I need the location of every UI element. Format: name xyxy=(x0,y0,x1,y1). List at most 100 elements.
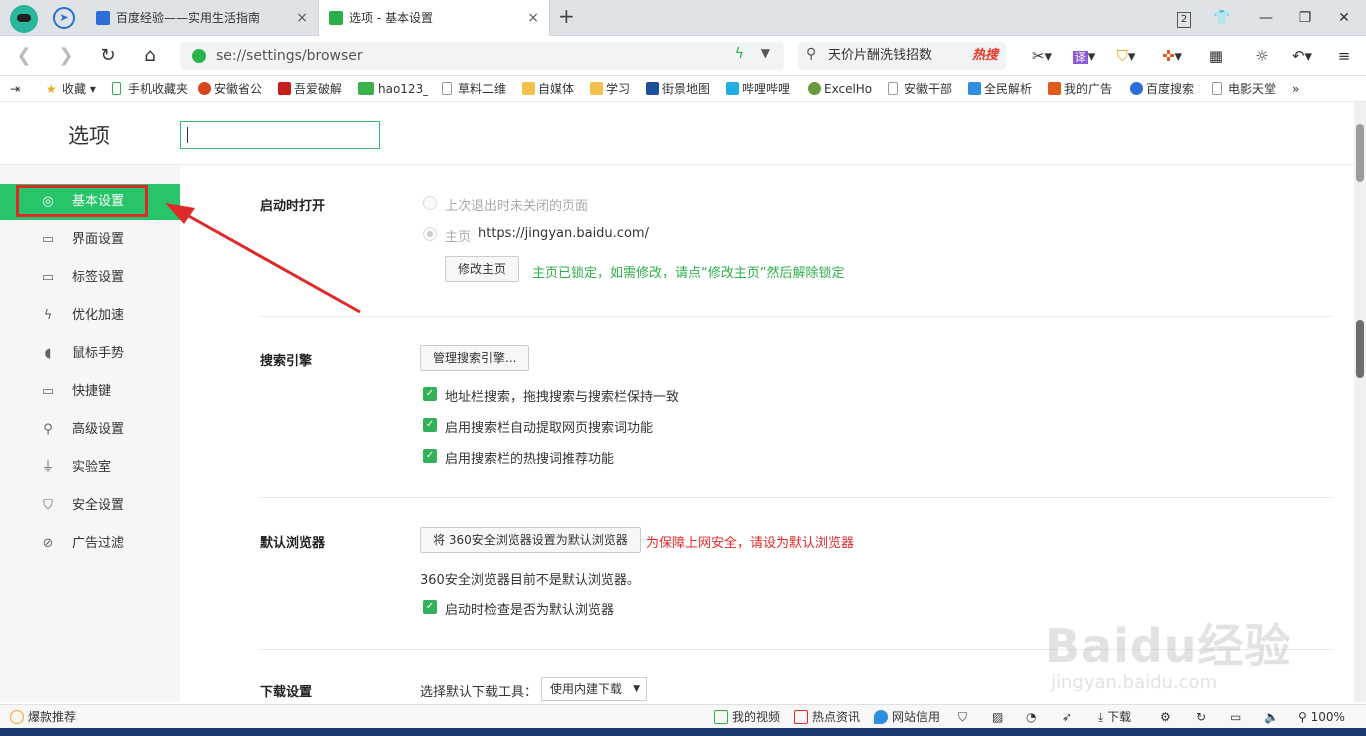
bookmark-item[interactable]: ExcelHo xyxy=(808,76,874,102)
bolt-icon[interactable]: ϟ xyxy=(735,46,744,62)
navigate-icon[interactable]: ➤ xyxy=(53,7,75,29)
back-button[interactable]: ❮ xyxy=(12,44,36,68)
reload-button[interactable]: ↻ xyxy=(96,44,120,68)
my-video-button[interactable]: 我的视频 xyxy=(714,705,780,729)
wallet-icon[interactable]: ⛉▾ xyxy=(1112,44,1140,68)
checkbox-check-default[interactable]: ✓ xyxy=(423,600,437,614)
scrollbar-thumb-secondary[interactable] xyxy=(1356,320,1364,378)
bookmark-item[interactable]: 百度搜索 xyxy=(1130,76,1198,102)
close-window-button[interactable]: ✕ xyxy=(1332,6,1356,30)
sidebar-item-optimize[interactable]: ϟ 优化加速 xyxy=(0,298,180,334)
radio-last-session[interactable] xyxy=(423,196,437,210)
video-icon xyxy=(714,710,728,724)
tab-baidu-jingyan[interactable]: 百度经验——实用生活指南 × xyxy=(86,0,318,36)
sidebar-item-label: 高级设置 xyxy=(72,422,125,437)
checkbox-unified-search[interactable]: ✓ xyxy=(423,387,437,401)
manage-search-engines-button[interactable]: 管理搜索引擎... xyxy=(420,345,530,371)
bookmark-item[interactable]: 街景地图 xyxy=(646,76,716,102)
checkbox-hot-words[interactable]: ✓ xyxy=(423,449,437,463)
tab-settings[interactable]: 选项 - 基本设置 × xyxy=(318,0,550,36)
section-divider xyxy=(260,497,1332,498)
translate-icon[interactable]: 译 ▾ xyxy=(1070,44,1098,68)
checkbox-auto-extract[interactable]: ✓ xyxy=(423,418,437,432)
hot-search-badge[interactable]: 热搜 xyxy=(972,42,998,70)
sidebar-item-security[interactable]: ⛉ 安全设置 xyxy=(0,488,180,524)
apps-grid-icon[interactable]: ▦ xyxy=(1202,44,1230,68)
page-icon xyxy=(442,82,452,95)
new-tab-button[interactable]: + xyxy=(558,4,575,28)
news-icon xyxy=(794,710,808,724)
bookmark-item[interactable]: 我的广告 xyxy=(1048,76,1116,102)
sidebar-item-mouse-gestures[interactable]: ◖ 鼠标手势 xyxy=(0,336,180,372)
bolt-icon: ϟ xyxy=(43,308,53,323)
window-icon[interactable]: ▭ xyxy=(1230,705,1241,729)
site-credit-button[interactable]: 网站信用 xyxy=(874,705,940,729)
url-bar[interactable]: se://settings/browser ϟ ▼ xyxy=(180,42,784,70)
tab-bar: ➤ 百度经验——实用生活指南 × 选项 - 基本设置 × + 2 👕 — ❐ ✕ xyxy=(0,0,1366,36)
bookmark-item[interactable]: 安徽干部 xyxy=(888,76,956,102)
set-default-browser-button[interactable]: 将 360安全浏览器设置为默认浏览器 xyxy=(420,527,641,553)
search-suggestion[interactable]: 天价片酬洗钱招数 xyxy=(828,42,932,70)
bookmark-item[interactable]: 手机收藏夹 xyxy=(112,76,190,102)
bookmark-item[interactable]: 哔哩哔哩 xyxy=(726,76,796,102)
scrollbar-thumb[interactable] xyxy=(1356,124,1364,182)
sidebar-item-advanced[interactable]: ⚲ 高级设置 xyxy=(0,412,180,448)
bookmark-item[interactable]: 草料二维 xyxy=(442,76,510,102)
tab-count-button[interactable]: 2 xyxy=(1172,6,1196,30)
url-text[interactable]: se://settings/browser xyxy=(216,42,363,70)
phone-icon xyxy=(112,82,121,95)
download-tool-select[interactable]: 使用内建下载 ▼ xyxy=(541,677,648,701)
ad-icon xyxy=(1048,82,1061,95)
search-box[interactable]: ⚲ 天价片酬洗钱招数 热搜 xyxy=(798,42,1006,70)
bookmark-item[interactable]: 全民解析 xyxy=(968,76,1036,102)
restore-button[interactable]: ❐ xyxy=(1293,6,1317,30)
image-icon[interactable]: ▨ xyxy=(992,705,1003,729)
modify-homepage-button[interactable]: 修改主页 xyxy=(445,256,520,282)
options-search-input[interactable] xyxy=(180,121,380,149)
zoom-button[interactable]: ⚲ 100% xyxy=(1298,705,1345,729)
menu-icon[interactable]: ≡ xyxy=(1330,44,1358,68)
sidebar-item-shortcuts[interactable]: ▭ 快捷键 xyxy=(0,374,180,410)
section-title-startup: 启动时打开 xyxy=(260,199,326,214)
radio-homepage[interactable] xyxy=(423,227,437,241)
bookmark-item[interactable]: hao123_ xyxy=(358,76,428,102)
accelerate-icon[interactable]: ⚙ xyxy=(1160,705,1171,729)
bookmark-folder[interactable]: 自媒体 xyxy=(522,76,582,102)
skin-icon[interactable]: 👕 xyxy=(1210,6,1234,30)
bookmark-item[interactable]: 电影天堂 xyxy=(1212,76,1282,102)
shield-icon[interactable]: ⛉ xyxy=(958,705,967,729)
restore-icon[interactable]: ↻ xyxy=(1196,705,1206,729)
hot-recommend-button[interactable]: 爆款推荐 xyxy=(10,705,76,729)
undo-icon[interactable]: ↶▾ xyxy=(1288,44,1316,68)
bookmark-item[interactable]: 吾爱破解 xyxy=(278,76,346,102)
tab-close-icon[interactable]: × xyxy=(296,0,308,36)
speed-icon[interactable]: ◔ xyxy=(1026,705,1036,729)
sidebar-item-adblock[interactable]: ⊘ 广告过滤 xyxy=(0,526,180,562)
page-title: 选项 xyxy=(68,124,110,148)
sidebar-item-lab[interactable]: ⏚ 实验室 xyxy=(0,450,180,486)
chevron-down-icon[interactable]: ▼ xyxy=(761,46,770,60)
hot-news-button[interactable]: 热点资讯 xyxy=(794,705,860,729)
bookmark-folder[interactable]: 学习 xyxy=(590,76,638,102)
shield-icon: ⛉ xyxy=(43,498,53,513)
brightness-icon[interactable]: ☼ xyxy=(1248,44,1276,68)
bookmarks-more-button[interactable]: » xyxy=(1292,76,1299,102)
scissors-icon[interactable]: ✂▾ xyxy=(1028,44,1056,68)
bookmark-favorites[interactable]: ★ 收藏 ▾ xyxy=(46,76,104,102)
sidebar-toggle-icon[interactable]: ⇥ xyxy=(10,76,20,102)
bookmark-item[interactable]: 安徽省公 xyxy=(198,76,266,102)
drop-icon xyxy=(874,710,888,724)
download-button[interactable]: ⤓ 下载 xyxy=(1098,705,1131,729)
home-button[interactable]: ⌂ xyxy=(138,44,162,68)
search-icon: ⚲ xyxy=(806,46,817,62)
minimize-button[interactable]: — xyxy=(1254,6,1278,30)
sidebar-item-tabs[interactable]: ▭ 标签设置 xyxy=(0,260,180,296)
tab-close-icon[interactable]: × xyxy=(527,0,539,36)
scrollbar[interactable] xyxy=(1354,102,1366,702)
sidebar-item-interface[interactable]: ▭ 界面设置 xyxy=(0,222,180,258)
game-icon[interactable]: ✜▾ xyxy=(1158,44,1186,68)
volume-icon[interactable]: 🔈 xyxy=(1264,705,1279,729)
forward-button[interactable]: ❯ xyxy=(54,44,78,68)
rocket-icon[interactable]: ➶ xyxy=(1062,705,1072,729)
browser-logo-icon[interactable] xyxy=(10,5,38,33)
